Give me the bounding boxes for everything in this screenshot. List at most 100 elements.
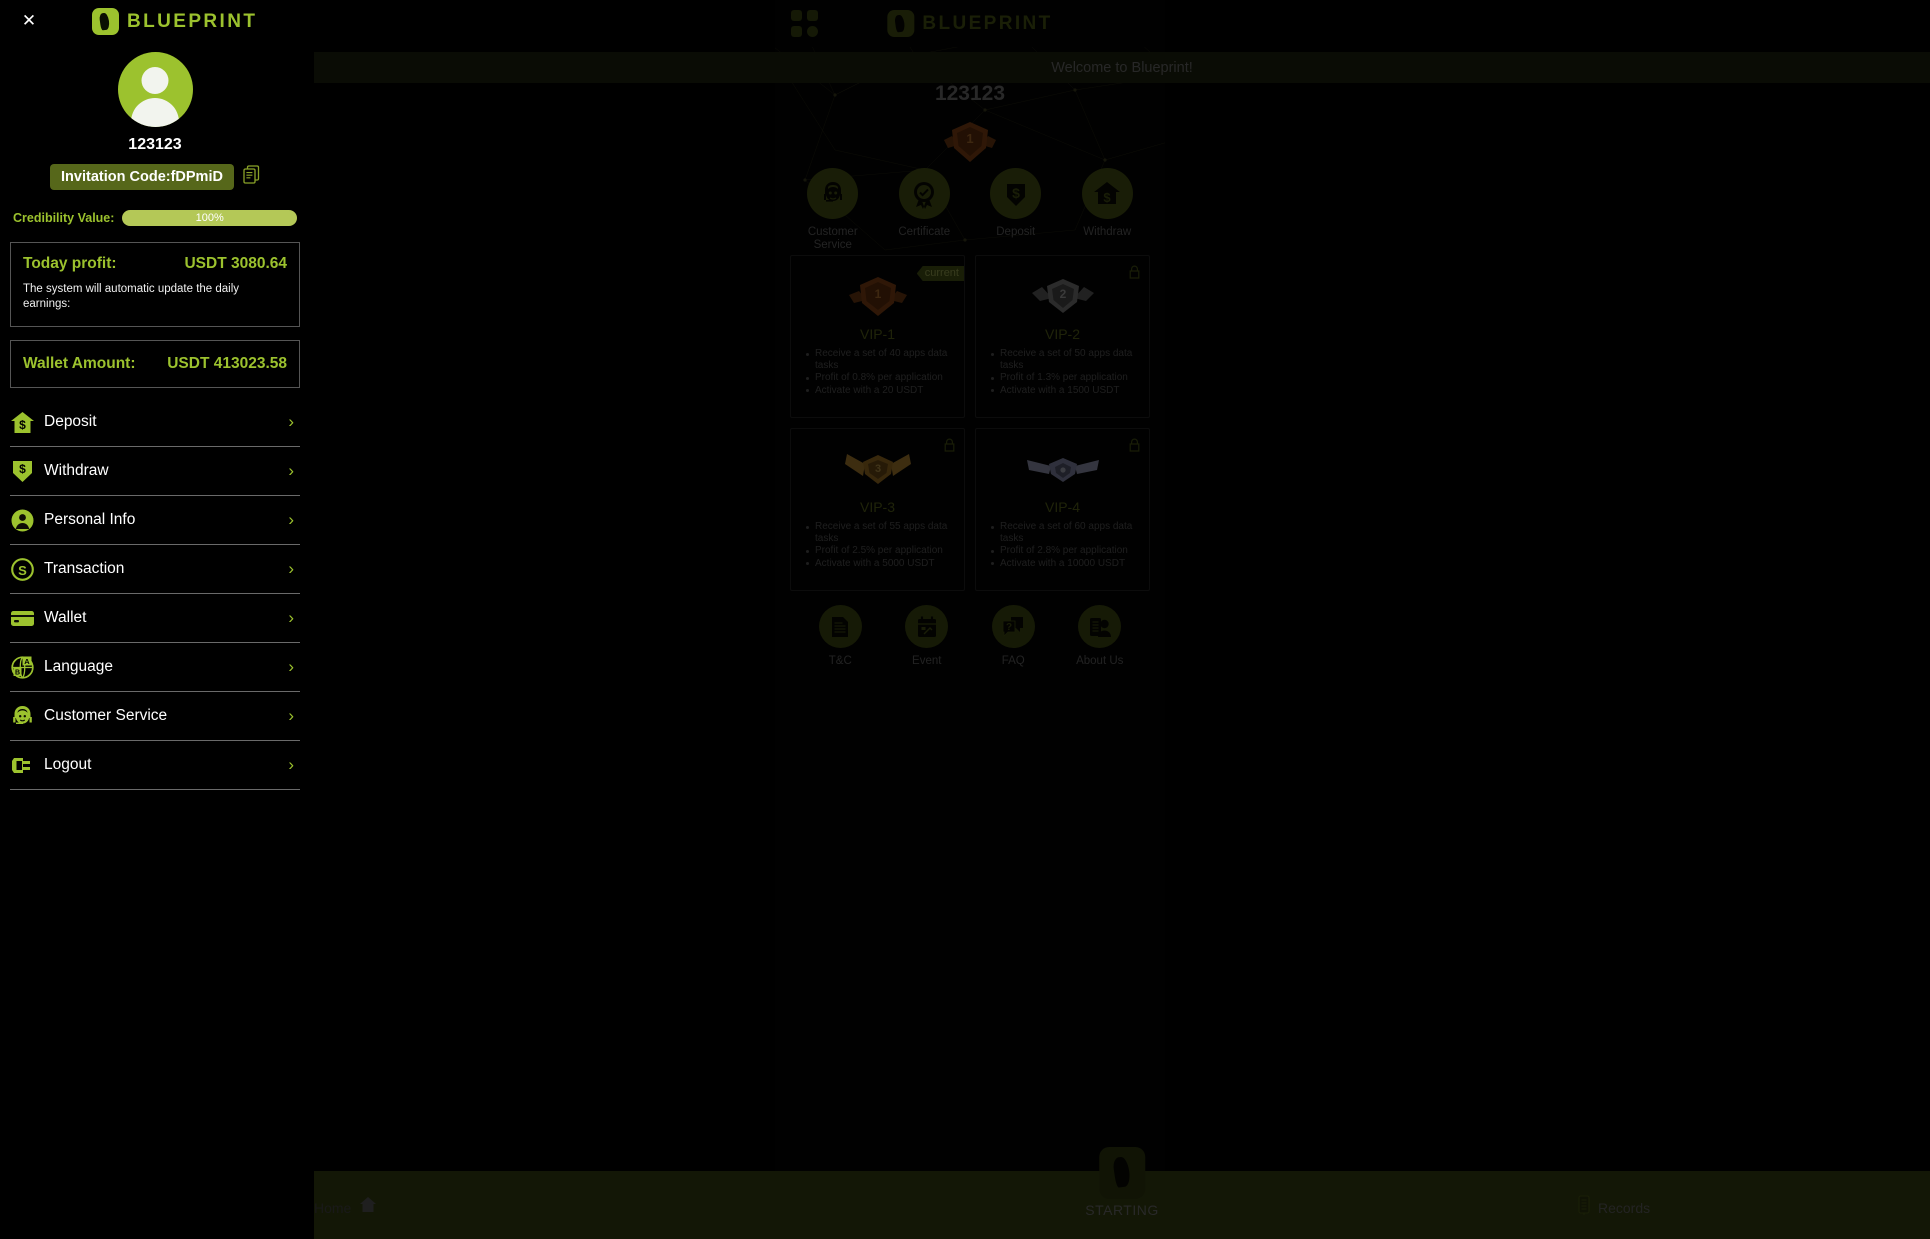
vip-features: Receive a set of 40 apps data tasks Prof… xyxy=(799,348,956,396)
card-icon xyxy=(10,606,44,631)
person-icon xyxy=(10,508,44,533)
sidebar-item-personal-info[interactable]: Personal Info › xyxy=(10,496,300,545)
welcome-banner: Welcome to Blueprint! xyxy=(314,52,1930,83)
vip-2-badge-icon: 2 xyxy=(984,270,1141,322)
vip-feature: Profit of 2.5% per application xyxy=(805,545,956,557)
sidebar-drawer: ✕ BLUEPRINT 123123 Invitation Code:fDPmi… xyxy=(0,0,310,1239)
app-logo: BLUEPRINT xyxy=(887,10,1052,37)
app-header: BLUEPRINT xyxy=(775,0,1165,47)
vip-feature: Profit of 0.8% per application xyxy=(805,372,956,384)
welcome-banner-text: Welcome to Blueprint! xyxy=(1051,59,1193,76)
app-logo-text: BLUEPRINT xyxy=(922,12,1053,34)
lock-icon xyxy=(1129,438,1140,457)
vip-feature: Activate with a 10000 USDT xyxy=(990,558,1141,570)
chevron-right-icon: › xyxy=(288,608,294,627)
vip-card[interactable]: 3 VIP-3 Receive a set of 55 apps data ta… xyxy=(790,428,965,591)
vip-card[interactable]: current 1 VIP-1 Receive a set of 40 apps… xyxy=(790,255,965,418)
today-profit-note: The system will automatic update the dai… xyxy=(23,283,240,310)
chevron-right-icon: › xyxy=(288,510,294,529)
avatar-head xyxy=(141,67,169,94)
sidebar-item-label: Wallet xyxy=(44,609,87,626)
quick-label-withdraw: Withdraw xyxy=(1083,226,1132,238)
sidebar-item-logout[interactable]: Logout › xyxy=(10,741,300,790)
sidebar-item-deposit[interactable]: $ Deposit › xyxy=(10,398,300,447)
quick-action-deposit[interactable]: $ Deposit xyxy=(975,168,1057,252)
nav-home-label: Home xyxy=(314,1199,352,1216)
chevron-right-icon: › xyxy=(288,461,294,480)
svg-text:$: $ xyxy=(19,462,26,476)
today-profit-card: Today profit: USDT 3080.64 The system wi… xyxy=(10,242,300,327)
sidebar-item-withdraw[interactable]: $ Withdraw › xyxy=(10,447,300,496)
svg-text:$: $ xyxy=(19,418,26,432)
nav-item-starting[interactable]: STARTING xyxy=(1085,1147,1159,1218)
avatar[interactable] xyxy=(117,52,193,127)
credibility-progress-bar: 100% xyxy=(122,210,297,226)
grid-menu-icon[interactable] xyxy=(791,10,818,37)
svg-text:3: 3 xyxy=(874,463,880,475)
quick-label-cs-2: Service xyxy=(813,239,852,251)
vip-features: Receive a set of 50 apps data tasks Prof… xyxy=(984,348,1141,396)
sidebar-item-language[interactable]: A B Language › xyxy=(10,643,300,692)
sidebar-item-customer-service[interactable]: Customer Service › xyxy=(10,692,300,741)
quick-label-cs-1: Customer xyxy=(807,226,858,238)
customer-service-icon xyxy=(807,168,859,219)
invitation-row: Invitation Code:fDPmiD xyxy=(10,164,300,190)
vip-features: Receive a set of 55 apps data tasks Prof… xyxy=(799,521,956,569)
sidebar-header: ✕ BLUEPRINT xyxy=(10,0,300,45)
withdraw-icon: $ xyxy=(1081,168,1133,219)
current-tag: current xyxy=(916,266,964,281)
records-icon xyxy=(1577,1195,1591,1220)
vip-card[interactable]: VIP-4 Receive a set of 60 apps data task… xyxy=(975,428,1150,591)
svg-text:B: B xyxy=(15,669,20,676)
info-link-tc[interactable]: T&C xyxy=(805,605,875,667)
info-links-row: T&C Event ? FAQ About Us xyxy=(775,605,1165,667)
about-us-icon xyxy=(1078,605,1122,648)
info-link-event[interactable]: Event xyxy=(892,605,962,667)
calendar-icon xyxy=(905,605,949,648)
nav-item-home[interactable]: Home xyxy=(314,1196,377,1219)
chevron-right-icon: › xyxy=(288,657,294,676)
withdraw-arrow-icon: $ xyxy=(10,459,44,484)
credibility-value: 100% xyxy=(195,212,224,224)
info-link-faq[interactable]: ? FAQ xyxy=(978,605,1048,667)
copy-icon[interactable] xyxy=(243,165,260,189)
blueprint-logo-icon xyxy=(887,10,915,37)
sidebar-logo-text: BLUEPRINT xyxy=(127,10,258,32)
info-link-label: Event xyxy=(912,655,942,667)
quick-action-withdraw[interactable]: $ Withdraw xyxy=(1066,168,1148,252)
logout-icon xyxy=(10,753,44,778)
sidebar-item-transaction[interactable]: S Transaction › xyxy=(10,545,300,594)
sidebar-username: 123123 xyxy=(128,136,182,153)
chevron-right-icon: › xyxy=(288,706,294,725)
nav-item-records[interactable]: Records xyxy=(1577,1195,1650,1220)
vip-card[interactable]: 2 VIP-2 Receive a set of 50 apps data ta… xyxy=(975,255,1150,418)
starting-logo-icon xyxy=(1099,1147,1145,1199)
svg-text:1: 1 xyxy=(874,287,881,301)
certificate-icon xyxy=(898,168,950,219)
vip-features: Receive a set of 60 apps data tasks Prof… xyxy=(984,521,1141,569)
vip-3-badge-icon: 3 xyxy=(799,443,956,495)
vip-title: VIP-2 xyxy=(1044,326,1080,342)
sidebar-item-label: Customer Service xyxy=(44,707,168,724)
close-icon[interactable]: ✕ xyxy=(20,12,38,30)
sidebar-item-wallet[interactable]: Wallet › xyxy=(10,594,300,643)
profile-block: 123123 xyxy=(10,52,300,154)
sidebar-logo: BLUEPRINT xyxy=(92,8,257,35)
avatar-body xyxy=(131,98,179,127)
sidebar-item-label: Withdraw xyxy=(44,462,109,479)
quick-action-customer-service[interactable]: Customer Service xyxy=(792,168,874,252)
deposit-icon: $ xyxy=(990,168,1042,219)
quick-label-certificate: Certificate xyxy=(898,226,951,238)
app-username: 123123 xyxy=(934,82,1006,105)
quick-action-certificate[interactable]: Certificate xyxy=(883,168,965,252)
info-link-label: About Us xyxy=(1076,655,1124,667)
vip-cards-grid: current 1 VIP-1 Receive a set of 40 apps… xyxy=(775,255,1165,591)
info-link-about[interactable]: About Us xyxy=(1065,605,1135,667)
wallet-amount-card: Wallet Amount: USDT 413023.58 xyxy=(10,340,300,388)
vip-feature: Receive a set of 55 apps data tasks xyxy=(805,521,956,544)
svg-text:A: A xyxy=(24,657,30,666)
sidebar-item-label: Language xyxy=(44,658,113,675)
transaction-coin-icon: S xyxy=(10,557,44,582)
info-link-label: FAQ xyxy=(1001,655,1025,667)
faq-chat-icon: ? xyxy=(991,605,1035,648)
